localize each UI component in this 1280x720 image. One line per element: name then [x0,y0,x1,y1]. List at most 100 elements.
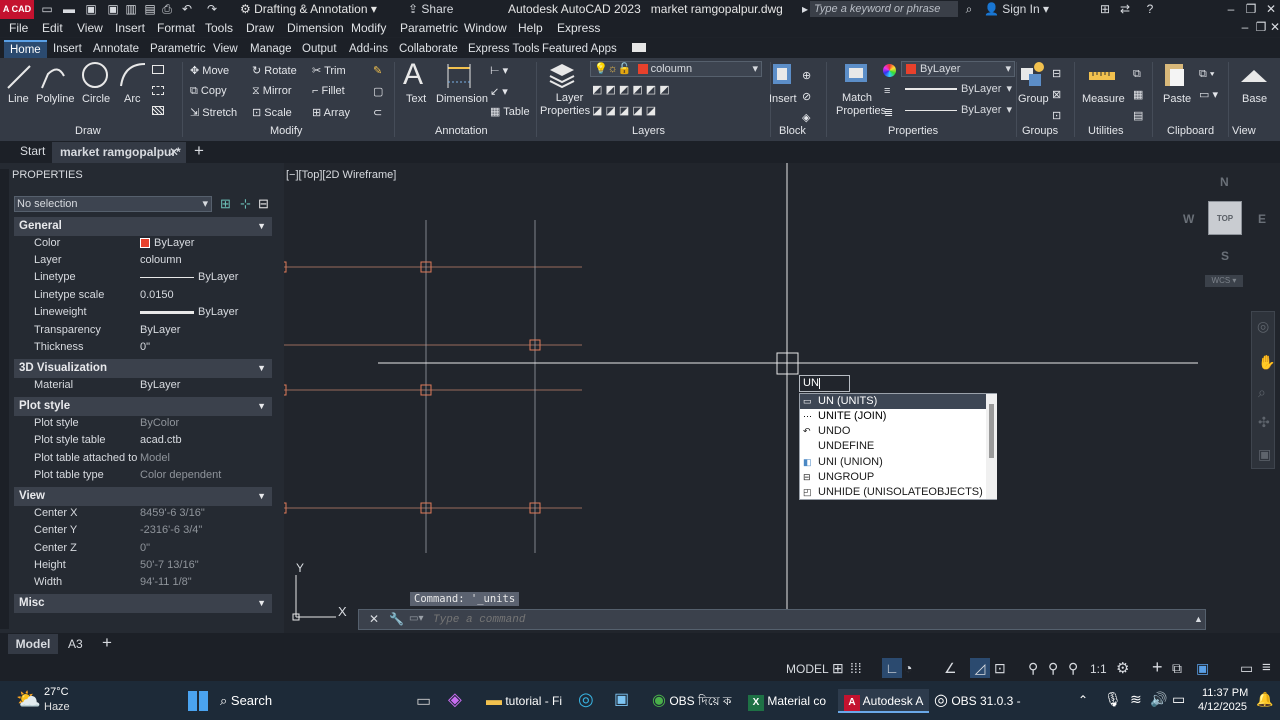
group-button[interactable]: Group [1018,93,1049,105]
quick-select-icon[interactable]: ⊟ [258,196,269,212]
list-item[interactable]: ▭ UN (UNITS) [800,394,986,409]
tab-express-tools[interactable]: Express Tools [462,40,545,58]
showmotion-icon[interactable]: ▣ [1258,446,1271,463]
prop-row[interactable]: Center Y -2316'-6 3/4" [14,522,272,539]
tab-start[interactable]: Start [20,144,45,158]
prop-row[interactable]: Width 94'-11 1/8" [14,574,272,591]
tab-active-drawing[interactable]: market ramgopalpur* ✕ [52,142,186,163]
mirror-button[interactable]: ⧖ Mirror [252,85,292,98]
linetype-dropdown[interactable]: ByLayer ▾ [901,103,1015,119]
wcs-menu[interactable]: WCS ▾ [1205,275,1243,287]
isolate-icon[interactable]: ⧉ [1172,660,1182,677]
annotation-panel-title[interactable]: Annotation [435,125,488,137]
line-icon[interactable] [4,62,34,92]
tab-featured-apps[interactable]: Featured Apps [536,40,623,58]
search-icon[interactable]: ⌕ [962,2,976,16]
layer-properties-button[interactable]: Layer Properties [540,92,590,118]
object-snap-icon[interactable]: ◿ [970,658,990,678]
group-3d-visualization[interactable]: 3D Visualization ▼ [14,359,272,378]
tab-parametric[interactable]: Parametric [144,40,212,58]
block-panel-title[interactable]: Block [779,125,806,137]
properties-panel-title[interactable]: Properties [888,125,938,137]
new-file-icon[interactable]: ▭ [40,2,54,16]
base-view-icon[interactable] [1239,62,1269,92]
menu-format[interactable]: Format [157,21,195,35]
insert-button[interactable]: Insert [769,93,797,105]
select-objects-icon[interactable]: ⊹ [240,196,251,212]
base-button[interactable]: Base [1242,93,1267,105]
groups-panel-title[interactable]: Groups [1022,125,1058,137]
insert-block-icon[interactable] [767,60,797,90]
erase-icon[interactable]: ✎ [373,64,382,77]
tab-output[interactable]: Output [296,40,343,58]
save-as-icon[interactable]: ▣ [106,2,120,16]
menu-file[interactable]: File [9,21,28,35]
weather-icon[interactable]: ⛅ [16,687,41,712]
copilot-icon[interactable]: ◈ [448,689,462,710]
modify-panel-title[interactable]: Modify [270,125,302,137]
zoom-icon[interactable]: ⌕ [1258,384,1266,401]
app-logo[interactable]: A CAD [0,0,34,19]
utility-tools[interactable]: ⧉ ▦ ▤ [1133,64,1143,127]
table-button[interactable]: ▦ Table [490,105,530,118]
print-icon[interactable]: ⎙ [160,2,174,16]
region-icon[interactable] [152,106,164,115]
open-file-icon[interactable]: ▬ [62,2,76,16]
clean-screen-icon[interactable]: ▭ [1240,660,1253,677]
compass-s-label[interactable]: S [1221,249,1229,263]
tab-insert[interactable]: Insert [47,40,88,58]
match-properties-icon[interactable] [841,60,871,90]
close-icon[interactable]: ✕ [1264,2,1278,16]
prop-row[interactable]: Plot style table acad.ctb [14,432,272,449]
tab-a3[interactable]: A3 [68,637,83,651]
taskbar-app-excel[interactable]: X Material co [748,689,826,713]
help-search-input[interactable]: Type a keyword or phrase [810,1,958,17]
prop-row[interactable]: Material ByLayer [14,377,272,394]
wifi-icon[interactable]: ≋ [1130,691,1142,708]
paste-button[interactable]: Paste [1163,93,1191,105]
menu-parametric[interactable]: Parametric [400,21,458,35]
start-icon[interactable] [188,691,208,711]
steering-wheel-icon[interactable]: ◎ [1257,318,1269,335]
notification-icon[interactable]: 🔔 [1256,691,1273,708]
menu-insert[interactable]: Insert [115,21,145,35]
close-tab-icon[interactable]: ✕ [169,142,179,163]
redo-icon[interactable]: ↷ [205,2,219,16]
volume-icon[interactable]: 🔊 [1150,691,1167,708]
hatch-icon[interactable] [152,86,164,95]
annotation-scale-value[interactable]: 1:1 [1090,662,1107,676]
dimension-icon[interactable] [444,62,474,92]
prop-row[interactable]: Layer coloumn [14,252,272,269]
group-general[interactable]: General ▼ [14,217,272,236]
clock-date[interactable]: 4/12/2025 [1198,701,1247,713]
arc-button[interactable]: Arc [124,93,141,105]
clock-time[interactable]: 11:37 PM [1202,687,1248,699]
menu-window[interactable]: Window [464,21,507,35]
offset-icon[interactable]: ⊂ [373,106,382,119]
prop-row[interactable]: Center Z 0" [14,540,272,557]
lineweight-dropdown[interactable]: ByLayer ▾ [901,82,1015,98]
list-item[interactable]: ↶ UNDO [800,424,986,439]
utilities-panel-title[interactable]: Utilities [1088,125,1123,137]
measure-button[interactable]: Measure [1082,93,1125,105]
task-view-icon[interactable]: ▭ [416,691,431,711]
text-button[interactable]: Text [406,93,426,105]
hardware-accel-icon[interactable]: ▣ [1196,660,1209,677]
circle-button[interactable]: Circle [82,93,110,105]
group-icon[interactable] [1017,60,1047,90]
list-icon[interactable]: ≡ [884,85,890,97]
plot-icon[interactable]: ▤ [143,2,157,16]
chevron-up-icon[interactable]: ▲ [1194,614,1203,624]
clipboard-tools[interactable]: ⧉ ▾ ▭ ▾ [1199,64,1218,106]
stretch-button[interactable]: ⇲ Stretch [190,106,237,119]
drawing-canvas[interactable]: [−][Top][2D Wireframe] Y X N W E S TOP W… [284,163,1280,633]
tab-collaborate[interactable]: Collaborate [393,40,464,58]
trim-button[interactable]: ✂ Trim [312,64,346,77]
tab-view[interactable]: View [207,40,244,58]
tab-home[interactable]: Home [4,40,47,58]
line-button[interactable]: Line [8,93,29,105]
list-item[interactable]: ◧ UNI (UNION) [800,455,986,470]
sign-in-button[interactable]: 👤 Sign In ▾ [984,0,1049,18]
group-plot-style[interactable]: Plot style ▼ [14,397,272,416]
taskbar-app-chrome[interactable]: ◉ OBS দিয়ে ক [652,689,731,713]
